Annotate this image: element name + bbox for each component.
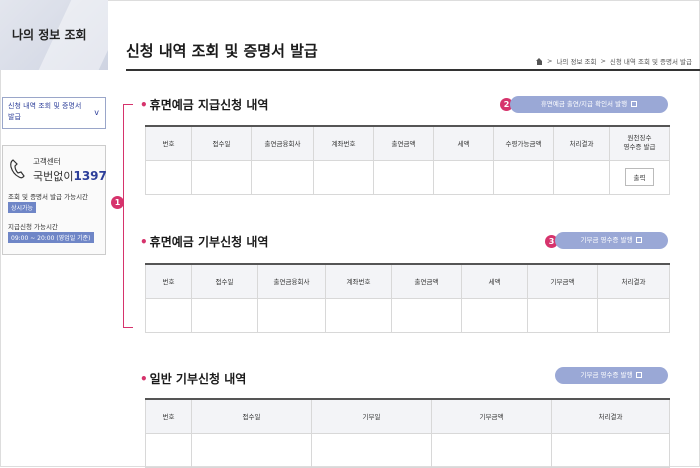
title-divider <box>126 69 700 71</box>
breadcrumb-item[interactable]: 나의 정보 조회 <box>556 56 596 66</box>
inquiry-hours-badge: 상시가능 <box>8 202 37 213</box>
column-header: 계좌번호 <box>325 263 392 299</box>
breadcrumb-item: 신청 내역 조회 및 증명서 발급 <box>609 58 692 66</box>
column-header: 번호 <box>145 125 192 161</box>
payment-table: 번호 접수일 출연금융회사 계좌번호 출연금액 세액 수령가능금액 처리결과 원… <box>145 125 670 195</box>
annotation-bracket <box>123 104 133 328</box>
column-header: 원천징수 영수증 발급 <box>609 125 670 161</box>
external-link-icon <box>631 101 638 107</box>
general-receipt-button[interactable]: 기부금 영수증 발행 <box>555 367 668 384</box>
column-header: 접수일 <box>191 263 258 299</box>
page-title: 신청 내역 조회 및 증명서 발급 <box>126 42 318 60</box>
marker-1: 1 <box>111 196 124 209</box>
call-center-number: 국번없이1397 <box>33 169 107 183</box>
payment-hours-label: 지급신청 가능시간 <box>8 223 58 231</box>
column-header: 기부금액 <box>527 263 598 299</box>
donation-table: 번호 접수일 출연금융회사 계좌번호 출연금액 세액 기부금액 처리결과 <box>145 263 670 333</box>
home-icon[interactable] <box>535 57 543 65</box>
external-link-icon <box>636 372 643 378</box>
column-header: 번호 <box>145 398 192 434</box>
column-header: 세액 <box>461 263 528 299</box>
column-header: 출연금융회사 <box>251 125 314 161</box>
column-header: 출연금액 <box>373 125 434 161</box>
print-button[interactable]: 출력 <box>624 168 655 186</box>
chevron-down-icon: v <box>94 108 99 117</box>
column-header: 출연금융회사 <box>257 263 326 299</box>
table-row <box>145 432 670 468</box>
section-title-general: • 일반 기부신청 내역 <box>140 372 247 386</box>
section-title-payment: • 휴면예금 지급신청 내역 <box>140 98 269 112</box>
column-header: 처리결과 <box>553 125 610 161</box>
sidebar-item-label: 신청 내역 조회 및 증명서 발급 <box>8 102 82 121</box>
sidebar-header: 나의 정보 조회 <box>0 0 108 70</box>
table-row: 출력 <box>145 159 670 195</box>
donation-receipt-button[interactable]: 기부금 영수증 발행 <box>555 232 668 249</box>
column-header: 기부일 <box>311 398 432 434</box>
phone-icon <box>10 159 25 179</box>
column-header: 세액 <box>433 125 494 161</box>
payment-certificate-button[interactable]: 휴면예금 출연/지급 확인서 발행 <box>510 96 668 113</box>
inquiry-hours-label: 조회 및 증명서 발급 가능시간 <box>8 193 89 201</box>
breadcrumb: > 나의 정보 조회 > 신청 내역 조회 및 증명서 발급 <box>535 56 692 66</box>
column-header: 번호 <box>145 263 192 299</box>
column-header: 접수일 <box>191 125 252 161</box>
payment-hours-badge: 09:00 ~ 20:00 (영업일 기준) <box>8 232 94 243</box>
column-header: 처리결과 <box>597 263 670 299</box>
section-title-donation: • 휴면예금 기부신청 내역 <box>140 235 269 249</box>
call-center-label: 고객센터 <box>33 157 61 166</box>
column-header: 처리결과 <box>551 398 670 434</box>
table-row <box>145 297 670 333</box>
column-header: 출연금액 <box>391 263 462 299</box>
customer-center-box: 고객센터 국번없이1397 조회 및 증명서 발급 가능시간 상시가능 지급신청… <box>2 145 107 255</box>
sidebar-item-application-history[interactable]: 신청 내역 조회 및 증명서 발급 v <box>2 97 106 129</box>
external-link-icon <box>636 237 643 243</box>
column-header: 수령가능금액 <box>493 125 554 161</box>
column-header: 기부금액 <box>431 398 552 434</box>
sidebar-title: 나의 정보 조회 <box>12 28 87 42</box>
column-header: 접수일 <box>191 398 312 434</box>
general-donation-table: 번호 접수일 기부일 기부금액 처리결과 <box>145 398 670 468</box>
column-header: 계좌번호 <box>313 125 374 161</box>
